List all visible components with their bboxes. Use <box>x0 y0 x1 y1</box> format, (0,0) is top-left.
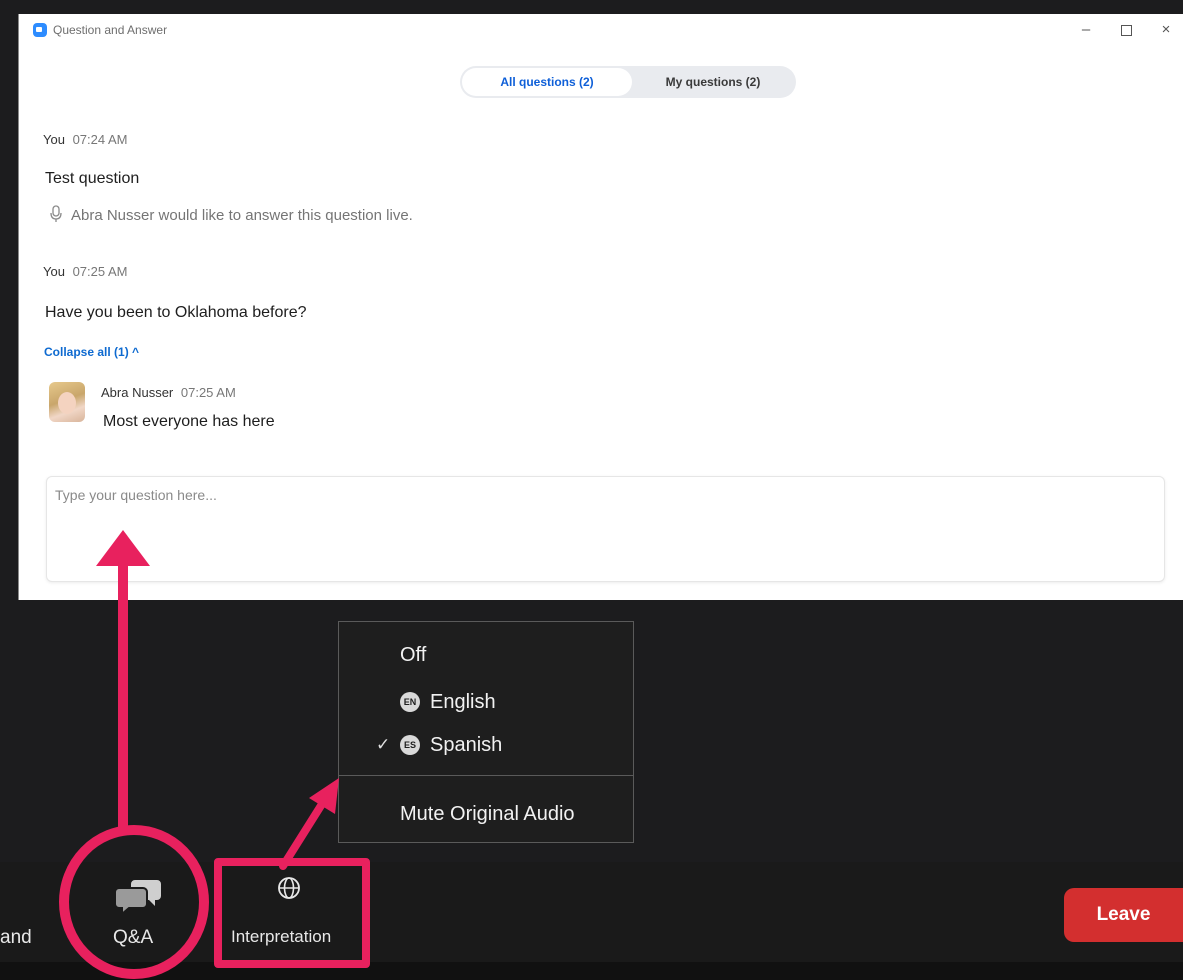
menu-item-spanish[interactable]: ✓ ES Spanish <box>338 727 634 763</box>
question-meta: You 07:24 AM <box>43 132 128 147</box>
leave-button[interactable]: Leave <box>1064 888 1183 942</box>
menu-item-label: Off <box>400 644 427 666</box>
collapse-all-link[interactable]: Collapse all (1) ^ <box>44 345 139 359</box>
question-text: Test question <box>45 170 140 187</box>
interpretation-arrow-head <box>309 778 339 814</box>
language-badge-en: EN <box>400 692 420 712</box>
answer-author: Abra Nusser <box>101 385 174 400</box>
menu-item-english[interactable]: EN English <box>338 684 634 720</box>
interpretation-arrow-shaft <box>279 800 326 870</box>
question-meta: You 07:25 AM <box>43 264 128 279</box>
menu-item-label: Mute Original Audio <box>400 803 575 825</box>
menu-divider <box>339 775 633 776</box>
meeting-toolbar: and Q&A Interpretation <box>0 862 1183 962</box>
maximize-icon <box>1120 24 1132 36</box>
avatar <box>49 382 85 422</box>
tab-my-questions[interactable]: My questions (2) <box>632 68 794 96</box>
question-author: You <box>43 132 65 147</box>
chat-bubbles-icon[interactable] <box>115 878 163 914</box>
menu-item-label: English <box>430 691 496 713</box>
answer-text: Most everyone has here <box>103 413 275 430</box>
globe-icon[interactable] <box>277 876 301 900</box>
bottom-strip <box>0 962 1183 980</box>
answer-meta: Abra Nusser 07:25 AM <box>101 385 236 400</box>
live-answer-note: Abra Nusser would like to answer this qu… <box>49 205 413 224</box>
title-bar[interactable]: Question and Answer – × <box>19 14 1183 48</box>
qa-window: Question and Answer – × All questions (2… <box>18 14 1183 600</box>
app-logo-icon <box>33 23 47 37</box>
answer-time: 07:25 AM <box>180 385 236 400</box>
question-input[interactable] <box>46 476 1165 582</box>
menu-item-mute-original-audio[interactable]: Mute Original Audio <box>338 796 634 832</box>
checkmark-icon: ✓ <box>376 735 391 754</box>
mic-icon <box>50 205 62 222</box>
menu-item-label: Spanish <box>430 734 503 756</box>
tab-all-questions[interactable]: All questions (2) <box>462 68 632 96</box>
question-time: 07:24 AM <box>72 132 128 147</box>
minimize-button[interactable]: – <box>1072 18 1100 42</box>
toolbar-partial-label[interactable]: and <box>0 927 32 949</box>
maximize-button[interactable] <box>1112 18 1140 42</box>
menu-item-off[interactable]: Off <box>338 637 634 673</box>
window-title: Question and Answer <box>53 23 168 37</box>
question-author: You <box>43 264 65 279</box>
language-badge-es: ES <box>400 735 420 755</box>
interpretation-button-label[interactable]: Interpretation <box>231 927 331 947</box>
question-time: 07:25 AM <box>72 264 128 279</box>
qa-button-label[interactable]: Q&A <box>113 927 153 949</box>
live-note-text: Abra Nusser would like to answer this qu… <box>71 207 413 224</box>
question-tabs: All questions (2) My questions (2) <box>460 66 796 98</box>
question-text: Have you been to Oklahoma before? <box>45 304 307 321</box>
close-button[interactable]: × <box>1152 18 1180 42</box>
